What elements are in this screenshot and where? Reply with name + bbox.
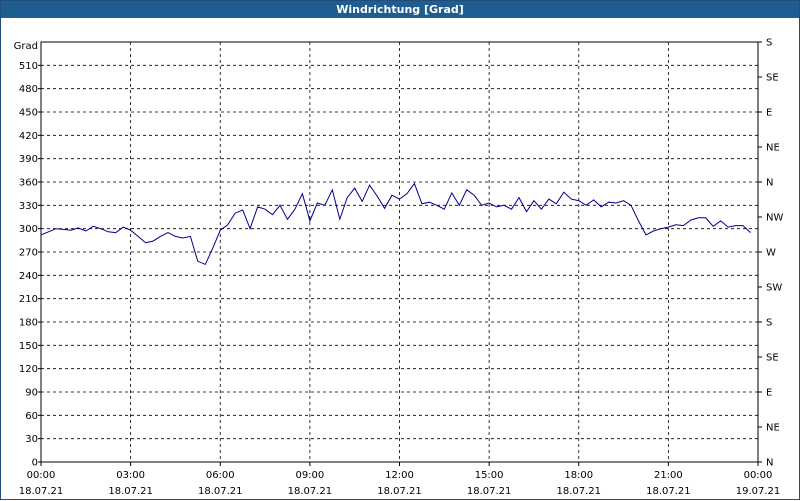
y-tick-label: 60	[25, 411, 38, 422]
x-tick-date: 18.07.21	[377, 486, 422, 497]
y-tick-label: 150	[19, 341, 38, 352]
y-tick-label: 330	[19, 201, 38, 212]
y-tick-label: 270	[19, 248, 38, 259]
x-tick-time: 00:00	[27, 470, 56, 481]
y-tick-label: 480	[19, 84, 38, 95]
chart-area: 0 30 60 90 120 150 180 210 240 270 300 330 360 390 420…	[14, 38, 784, 498]
y-tick-label: 240	[19, 271, 38, 282]
x-tick-date: 18.07.21	[198, 486, 243, 497]
y-tick-label: 360	[19, 178, 38, 189]
x-tick-time: 21:00	[654, 470, 683, 481]
x-tick-date: 18.07.21	[556, 486, 601, 497]
y-tick-label: 510	[19, 61, 38, 72]
y-tick-label: 210	[19, 294, 38, 305]
x-tick-time: 09:00	[295, 470, 324, 481]
compass-label: W	[766, 248, 776, 259]
compass-label: SE	[766, 73, 779, 84]
x-tick-time: 12:00	[385, 470, 414, 481]
compass-label: NW	[766, 213, 783, 224]
y-tick-label: 420	[19, 131, 38, 142]
y-tick-label: 30	[25, 434, 38, 445]
compass-label: E	[766, 108, 772, 119]
y-tick-label: 120	[19, 364, 38, 375]
x-tick-time: 06:00	[206, 470, 235, 481]
y-tick-label: 180	[19, 318, 38, 329]
compass-label: E	[766, 388, 772, 399]
x-tick-date: 18.07.21	[467, 486, 512, 497]
compass-label: NE	[766, 423, 780, 434]
compass-label: S	[766, 318, 772, 329]
chart-window: Windrichtung [Grad] 0 30 60 90 120 150 180 210 2…	[0, 0, 800, 500]
compass-label: N	[766, 458, 773, 469]
compass-label: SE	[766, 353, 779, 364]
y-tick-label: 450	[19, 108, 38, 119]
x-tick-date: 18.07.21	[646, 486, 691, 497]
compass-label: N	[766, 178, 773, 189]
compass-label: S	[766, 38, 772, 49]
y-tick-label: 390	[19, 154, 38, 165]
y-axis-label: Grad	[14, 41, 38, 52]
x-tick-date: 19.07.21	[736, 486, 781, 497]
x-tick-time: 03:00	[116, 470, 145, 481]
compass-label: SW	[766, 283, 782, 294]
y-tick-label: 0	[32, 458, 38, 469]
x-tick-time: 18:00	[564, 470, 593, 481]
x-tick-date: 18.07.21	[19, 486, 64, 497]
compass-label: NE	[766, 143, 780, 154]
y-tick-label: 90	[25, 388, 38, 399]
x-tick-date: 18.07.21	[108, 486, 153, 497]
x-tick-date: 18.07.21	[288, 486, 333, 497]
x-tick-time: 15:00	[475, 470, 504, 481]
x-tick-time: 00:00	[744, 470, 773, 481]
y-tick-label: 300	[19, 224, 38, 235]
